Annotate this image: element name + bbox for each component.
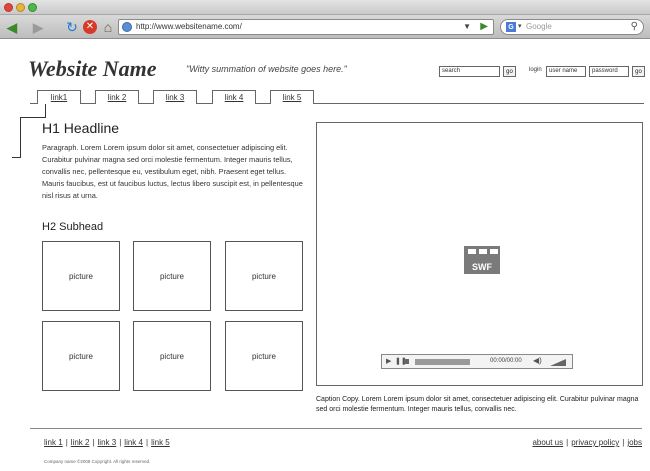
volume-icon[interactable]: ◀) (533, 356, 542, 365)
minimize-window-icon[interactable] (16, 3, 25, 12)
progress-track[interactable] (415, 359, 470, 365)
password-input[interactable]: password (589, 66, 629, 77)
browser-toolbar: ◀ ▶ ↻ ✕ ⌂ http://www.websitename.com/ ▼ … (0, 15, 650, 39)
privacy-policy-link[interactable]: privacy policy (571, 438, 619, 447)
login-label: login (529, 67, 542, 73)
callout-line (12, 157, 21, 158)
username-input[interactable]: user name (546, 66, 586, 77)
footer-divider (30, 428, 642, 429)
picture-placeholder[interactable]: picture (42, 321, 120, 391)
stop-icon[interactable]: ✕ (82, 19, 98, 35)
page-subhead: H2 Subhead (42, 221, 104, 233)
close-window-icon[interactable] (4, 3, 13, 12)
stop-square-icon[interactable] (404, 359, 409, 364)
home-icon[interactable]: ⌂ (100, 19, 116, 35)
site-logo[interactable]: Website Name (28, 56, 157, 82)
tab-link-2[interactable]: link 2 (95, 90, 139, 104)
player-controls: ▶ ❚❚ 00:00/00:00 ◀) (381, 354, 573, 369)
callout-line (45, 104, 46, 117)
picture-placeholder[interactable]: picture (133, 241, 211, 311)
footer-link-4[interactable]: link 4 (124, 438, 143, 447)
zoom-window-icon[interactable] (28, 3, 37, 12)
body-paragraph: Paragraph. Lorem Lorem ipsum dolor sit a… (42, 143, 303, 200)
site-search-input[interactable]: search (439, 66, 500, 77)
media-caption: Caption Copy. Lorem Lorem ipsum dolor si… (316, 396, 639, 413)
go-arrow-icon[interactable]: ▶ (480, 21, 488, 32)
magnifier-icon[interactable]: ⚲ (631, 21, 638, 32)
picture-placeholder[interactable]: picture (225, 321, 303, 391)
back-arrow-icon[interactable]: ◀ (4, 19, 20, 35)
callout-line (20, 117, 21, 158)
site-tagline: "Witty summation of website goes here." (186, 64, 347, 74)
play-icon[interactable]: ▶ (386, 357, 391, 365)
footer-link-1[interactable]: link 1 (44, 438, 63, 447)
refresh-icon[interactable]: ↻ (64, 19, 80, 35)
window-titlebar (0, 0, 650, 15)
video-player[interactable]: SWF ▶ ❚❚ 00:00/00:00 ◀) (316, 122, 643, 386)
time-readout: 00:00/00:00 (490, 358, 522, 364)
globe-icon (122, 22, 132, 32)
about-us-link[interactable]: about us (532, 438, 563, 447)
forward-arrow-icon[interactable]: ▶ (30, 19, 46, 35)
tab-link-1[interactable]: link1 (37, 90, 81, 104)
picture-placeholder[interactable]: picture (225, 241, 303, 311)
callout-line (20, 117, 46, 118)
address-text[interactable]: http://www.websitename.com/ (136, 22, 242, 31)
browser-search-field[interactable]: G ▾ Google ⚲ (500, 19, 644, 35)
page-headline: H1 Headline (42, 120, 120, 136)
footer-link-2[interactable]: link 2 (71, 438, 90, 447)
login-button[interactable]: go (632, 66, 645, 77)
site-search-button[interactable]: go (503, 66, 516, 77)
swf-icon: SWF (464, 246, 500, 274)
tab-link-4[interactable]: link 4 (212, 90, 256, 104)
search-placeholder[interactable]: Google (526, 22, 552, 31)
search-engine-icon[interactable]: G (506, 22, 516, 32)
tab-link-3[interactable]: link 3 (153, 90, 197, 104)
address-bar[interactable]: http://www.websitename.com/ ▼ ▶ (118, 19, 494, 35)
footer-link-3[interactable]: link 3 (98, 438, 117, 447)
picture-placeholder[interactable]: picture (42, 241, 120, 311)
picture-placeholder[interactable]: picture (133, 321, 211, 391)
footer-secondary-nav: about us | privacy policy | jobs (532, 438, 642, 447)
swf-label: SWF (472, 262, 492, 272)
volume-level-icon[interactable] (550, 359, 566, 366)
chevron-down-icon[interactable]: ▾ (518, 22, 522, 30)
jobs-link[interactable]: jobs (627, 438, 642, 447)
footer-link-5[interactable]: link 5 (151, 438, 170, 447)
chevron-down-icon[interactable]: ▼ (463, 22, 471, 31)
copyright-text: Company name ©2008 Copyright. All rights… (44, 459, 151, 464)
tab-link-5[interactable]: link 5 (270, 90, 314, 104)
footer-nav: link 1 | link 2 | link 3 | link 4 | link 5 (44, 438, 170, 447)
